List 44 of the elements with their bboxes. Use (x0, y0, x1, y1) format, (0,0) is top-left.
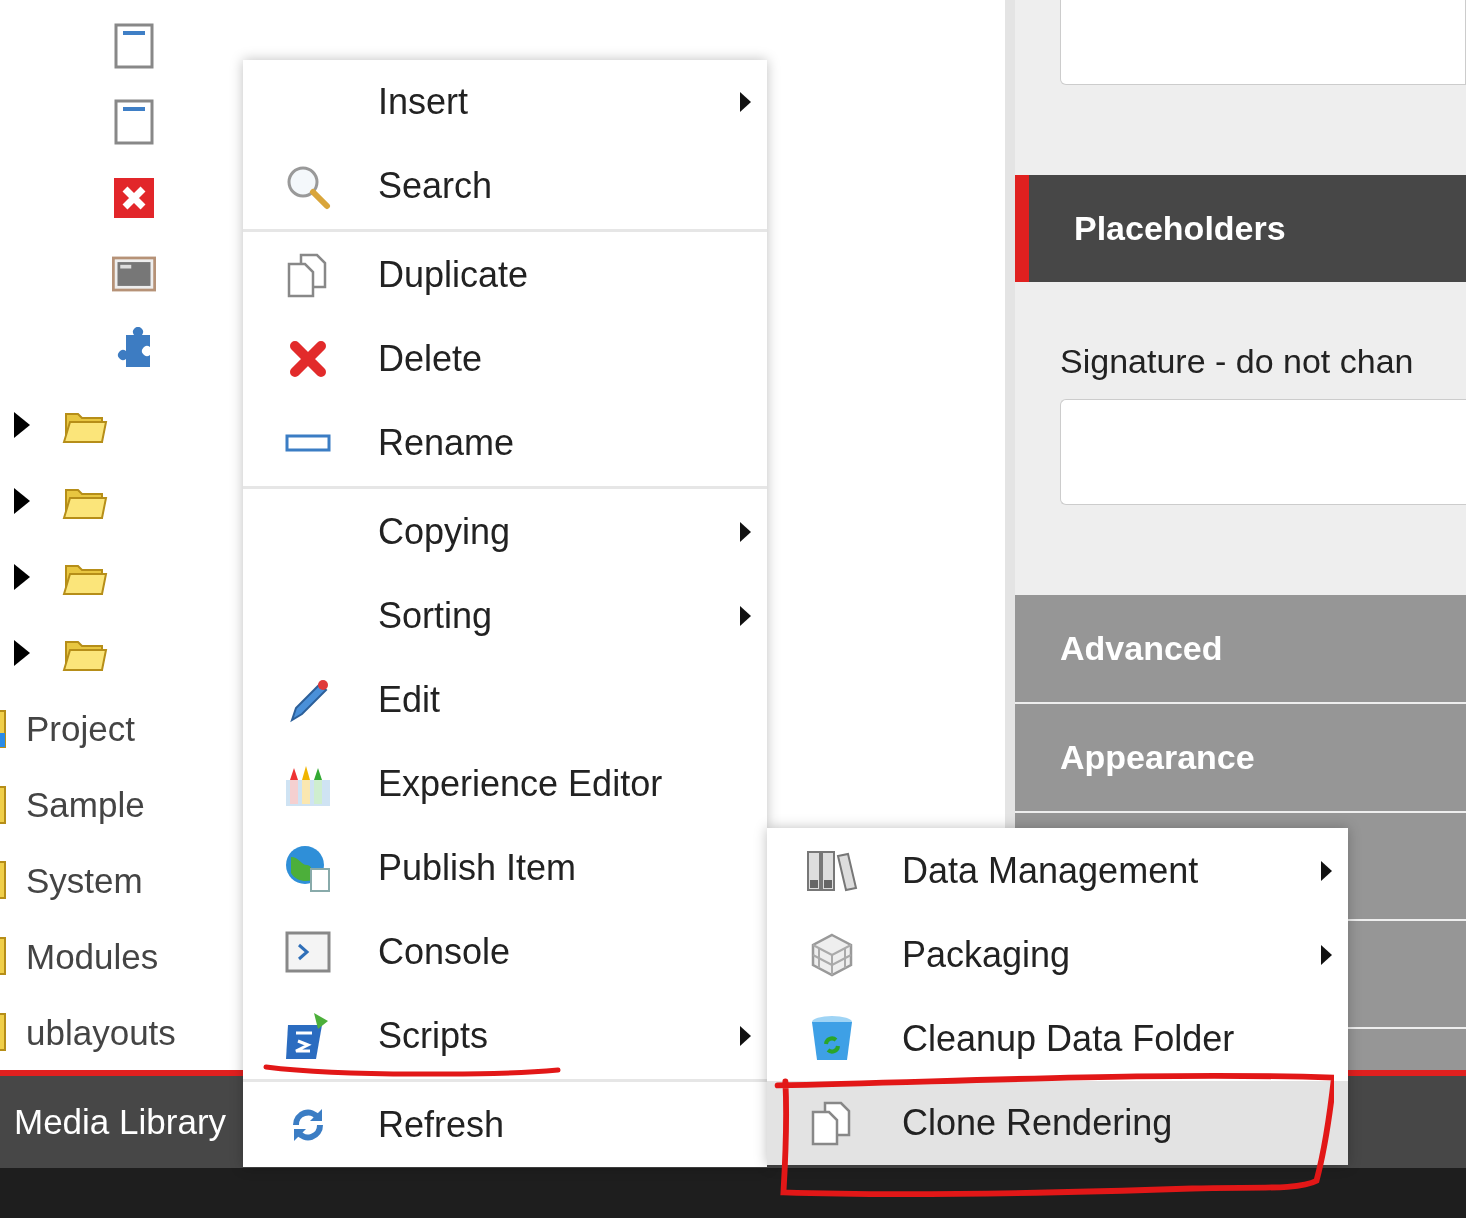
menu-item[interactable]: Experience Editor (243, 742, 767, 826)
text-field[interactable] (1060, 399, 1466, 505)
section-header[interactable]: Placeholders (1015, 175, 1466, 282)
menu-item[interactable]: Edit (243, 658, 767, 742)
tab-label[interactable]: Media Library (14, 1095, 227, 1149)
menu-item[interactable]: Sorting (243, 574, 767, 658)
expand-arrow-icon[interactable] (12, 411, 32, 440)
menu-item[interactable]: Console (243, 910, 767, 994)
tree-item-label[interactable]: ublayouts (26, 1014, 176, 1050)
menu-item[interactable]: Rename (243, 401, 767, 485)
submenu-arrow-icon (738, 521, 752, 543)
menu-item[interactable]: Data Management (767, 829, 1348, 913)
menu-item[interactable]: Search (243, 144, 767, 228)
page-icon (114, 98, 154, 145)
error-icon (114, 177, 154, 218)
submenu-arrow-icon (738, 91, 752, 113)
menu-item[interactable]: Insert (243, 60, 767, 144)
rename-icon (284, 433, 331, 453)
submenu-arrow-icon (1319, 944, 1333, 966)
menu-item[interactable]: Publish Item (243, 826, 767, 910)
expand-arrow-icon[interactable] (12, 638, 32, 667)
menu-item[interactable]: Clone Rendering (767, 1081, 1348, 1165)
page-icon (114, 22, 154, 69)
tree-item-label[interactable]: Project (26, 711, 135, 747)
tree-item-label[interactable]: System (26, 862, 143, 898)
expand-arrow-icon[interactable] (12, 562, 32, 591)
menu-item[interactable]: Refresh (243, 1083, 767, 1167)
tree-item-label[interactable]: Modules (26, 938, 159, 974)
text-field[interactable] (1060, 0, 1466, 85)
submenu-arrow-icon (738, 1025, 752, 1047)
menu-item[interactable]: Scripts (243, 994, 767, 1078)
expand-arrow-icon[interactable] (12, 487, 32, 516)
menu-item[interactable]: Delete (243, 317, 767, 401)
submenu-arrow-icon (1319, 860, 1333, 882)
menu-item[interactable]: Copying (243, 490, 767, 574)
submenu-arrow-icon (738, 605, 752, 627)
menu-item[interactable]: Cleanup Data Folder (767, 997, 1348, 1081)
menu-item[interactable]: Duplicate (243, 233, 767, 317)
menu-item[interactable]: Packaging (767, 913, 1348, 997)
binders-icon (805, 850, 858, 892)
field-label: Signature - do not chan (1060, 344, 1415, 379)
console-icon (284, 931, 331, 973)
tree-item-label[interactable]: Sample (26, 787, 145, 822)
textbox-icon (112, 254, 156, 293)
